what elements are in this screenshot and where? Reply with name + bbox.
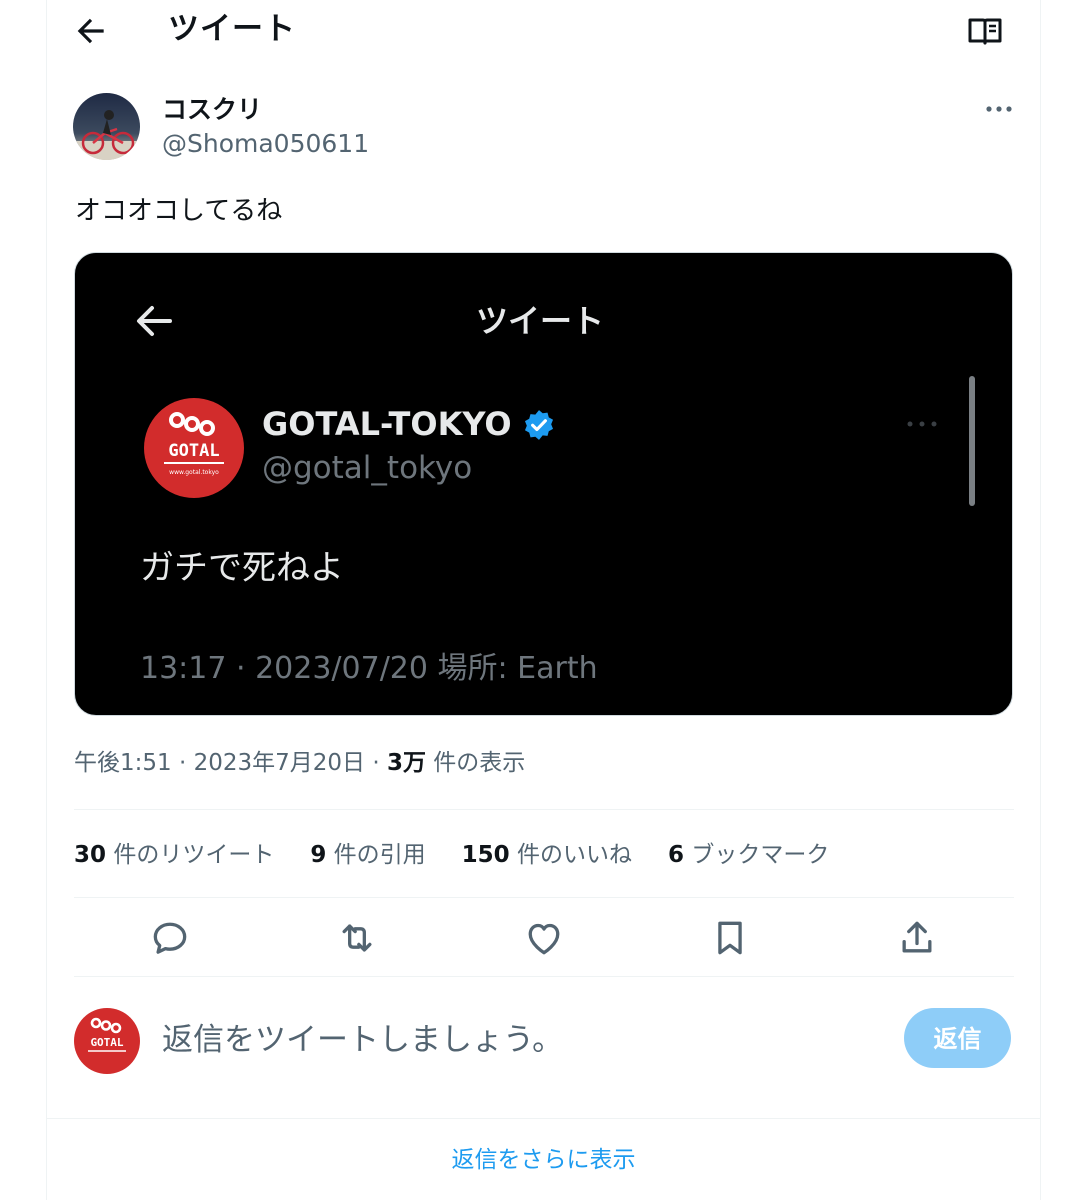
divider <box>74 976 1014 977</box>
verified-badge-icon <box>522 408 556 442</box>
media-quoted-name: GOTAL-TOKYO <box>262 405 512 443</box>
divider <box>47 1118 1040 1119</box>
page-title: ツイート <box>168 11 296 47</box>
share-icon <box>902 921 932 953</box>
bookmarks-stat[interactable]: 6 ブックマーク <box>668 836 829 876</box>
bookmark-icon <box>718 921 742 955</box>
more-options-button[interactable] <box>980 94 1018 124</box>
media-arrow-left-icon <box>130 300 178 342</box>
show-more-replies-link[interactable]: 返信をさらに表示 <box>47 1140 1040 1180</box>
gotal-logo: GOTAL <box>88 1017 126 1052</box>
arrow-left-icon <box>77 18 104 44</box>
reader-mode-button[interactable] <box>964 12 1006 50</box>
media-logo-text: GOTAL <box>168 441 219 461</box>
media-logo-url: www.gotal.tokyo <box>169 469 219 476</box>
retweets-stat[interactable]: 30 件のリツイート <box>74 836 274 876</box>
tweet-date[interactable]: 2023年7月20日 <box>194 750 365 776</box>
tweet-stats: 30 件のリツイート 9 件の引用 150 件のいいね 6 ブックマーク <box>74 836 829 876</box>
tweet-text: オコオコしてるね <box>75 196 283 226</box>
back-button[interactable] <box>72 12 110 50</box>
reply-avatar-text: GOTAL <box>90 1036 123 1049</box>
likes-stat[interactable]: 150 件のいいね <box>462 836 632 876</box>
media-scrollbar <box>969 376 975 506</box>
more-horizontal-icon <box>986 106 1012 112</box>
media-more-icon <box>902 410 942 438</box>
media-gotal-logo: GOTAL www.gotal.tokyo <box>144 398 244 498</box>
quotes-stat[interactable]: 9 件の引用 <box>310 836 425 876</box>
reply-action-button[interactable] <box>148 916 192 960</box>
author-handle[interactable]: @Shoma050611 <box>162 128 369 160</box>
tweet-time[interactable]: 午後1:51 <box>74 750 172 776</box>
media-quoted-text: ガチで死ねよ <box>140 548 344 588</box>
views-count: 3万 <box>386 750 426 776</box>
retweet-action-button[interactable] <box>335 916 379 960</box>
book-icon <box>968 18 1002 45</box>
reply-icon <box>153 922 187 954</box>
media-quoted-meta: 13:17 · 2023/07/20 場所: Earth <box>140 651 598 686</box>
views-label: 件の表示 <box>433 750 526 776</box>
share-action-button[interactable] <box>895 916 939 960</box>
tweet-meta: 午後1:51 · 2023年7月20日 · 3万 件の表示 <box>74 750 526 776</box>
like-action-button[interactable] <box>522 916 566 960</box>
divider <box>74 809 1014 810</box>
media-quoted-handle: @gotal_tokyo <box>262 450 473 486</box>
media-header-title: ツイート <box>476 302 605 340</box>
retweet-icon <box>342 924 372 952</box>
bookmark-action-button[interactable] <box>708 916 752 960</box>
author-display-name[interactable]: コスクリ <box>162 94 262 126</box>
author-avatar[interactable] <box>73 93 140 160</box>
cyclist-photo <box>73 93 140 160</box>
current-user-avatar[interactable]: GOTAL <box>74 1008 140 1074</box>
heart-icon <box>528 923 560 955</box>
reply-submit-button[interactable]: 返信 <box>904 1008 1011 1068</box>
reply-input[interactable] <box>162 1012 862 1068</box>
divider <box>74 897 1014 898</box>
